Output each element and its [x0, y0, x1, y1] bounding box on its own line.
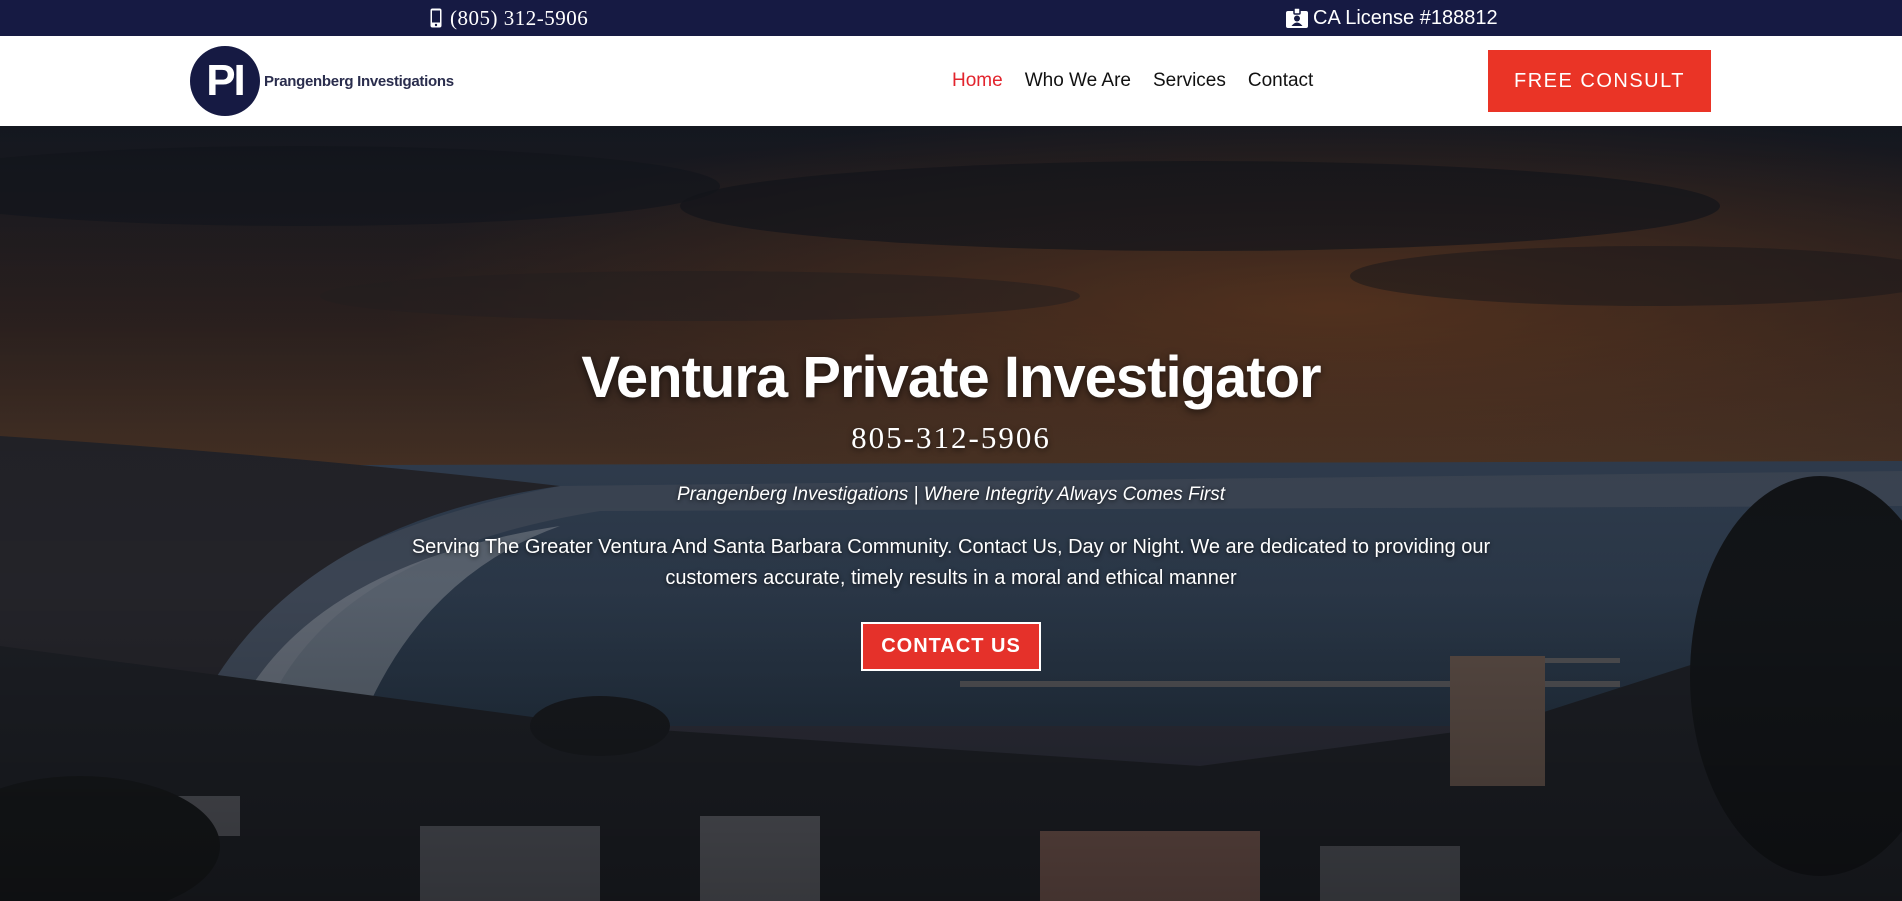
hero-description: Serving The Greater Ventura And Santa Ba… [411, 536, 1491, 589]
logo-name: Prangenberg Investigations [264, 72, 454, 90]
site-logo[interactable]: PI Prangenberg Investigations [190, 46, 454, 116]
hero-section: Ventura Private Investigator 805-312-590… [0, 126, 1902, 901]
hero-content: Ventura Private Investigator 805-312-590… [0, 126, 1902, 901]
id-badge-icon [1286, 8, 1308, 28]
nav-item-contact[interactable]: Contact [1248, 70, 1313, 92]
top-phone-link[interactable]: (805) 312-5906 [430, 0, 588, 36]
site-header: PI Prangenberg Investigations Home Who W… [0, 36, 1902, 126]
hero-tagline: Prangenberg Investigations | Where Integ… [676, 484, 1226, 505]
license-info: CA License #188812 [1286, 0, 1498, 36]
nav-item-who-we-are[interactable]: Who We Are [1025, 70, 1131, 92]
nav-item-home[interactable]: Home [952, 70, 1003, 92]
nav-item-services[interactable]: Services [1153, 70, 1226, 92]
logo-monogram: PI [190, 46, 260, 116]
free-consult-button[interactable]: FREE CONSULT [1488, 50, 1711, 112]
license-text: CA License #188812 [1313, 6, 1498, 29]
top-phone-number: (805) 312-5906 [450, 5, 589, 30]
contact-us-button[interactable]: CONTACT US [861, 622, 1041, 671]
top-bar: (805) 312-5906 CA License #188812 [0, 0, 1902, 36]
hero-phone[interactable]: 805-312-5906 [0, 420, 1902, 456]
hero-title: Ventura Private Investigator [581, 345, 1321, 410]
main-nav: Home Who We Are Services Contact [952, 36, 1313, 126]
mobile-phone-icon [430, 8, 442, 28]
